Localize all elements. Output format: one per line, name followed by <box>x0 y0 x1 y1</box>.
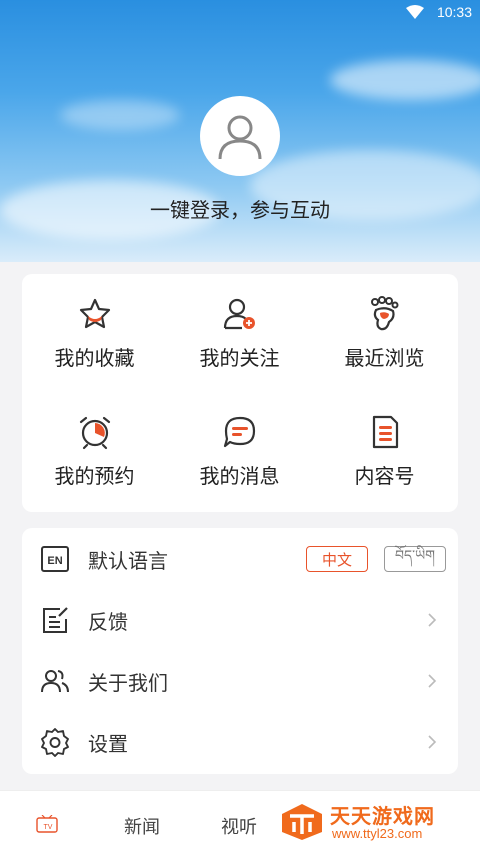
about-row[interactable]: 关于我们 <box>22 651 458 711</box>
user-follow-icon <box>223 298 255 330</box>
users-icon <box>41 670 69 693</box>
cloud-decoration <box>60 100 180 130</box>
cloud-decoration <box>330 60 480 100</box>
tab-tv-icon[interactable]: TV <box>36 815 58 833</box>
tab-video[interactable]: 视听 <box>221 813 257 839</box>
reservations-button[interactable]: 我的预约 <box>22 392 167 502</box>
favorites-label: 我的收藏 <box>54 346 135 370</box>
user-avatar-icon <box>218 115 262 160</box>
status-bar: 10:33 <box>0 0 480 26</box>
language-tibetan-button[interactable]: བོད་ཡིག <box>384 546 446 572</box>
alarm-clock-icon <box>79 416 110 450</box>
chevron-right-icon <box>428 735 437 749</box>
feedback-label: 反馈 <box>88 609 128 634</box>
content-account-label: 内容号 <box>354 464 415 488</box>
wifi-icon <box>406 5 424 19</box>
content-account-button[interactable]: 内容号 <box>312 392 457 502</box>
messages-button[interactable]: 我的消息 <box>167 392 312 502</box>
avatar[interactable] <box>200 96 280 176</box>
shortcut-grid: 我的收藏 我的关注 最近浏览 我的预约 我的消息 内容号 <box>22 274 458 512</box>
en-icon: EN <box>41 546 69 572</box>
watermark-title: 天天游戏网 <box>330 804 435 828</box>
profile-header: 10:33 一键登录，参与互动 <box>0 0 480 262</box>
document-icon <box>372 415 398 449</box>
settings-label: 设置 <box>88 731 128 756</box>
settings-list: EN 默认语言 中文 བོད་ཡིག 反馈 关于我们 设置 <box>22 528 458 774</box>
message-icon <box>223 416 255 448</box>
login-prompt[interactable]: 一键登录，参与互动 <box>0 194 480 223</box>
following-button[interactable]: 我的关注 <box>167 274 312 384</box>
about-label: 关于我们 <box>88 670 168 695</box>
svg-text:EN: EN <box>47 555 62 567</box>
settings-row[interactable]: 设置 <box>22 712 458 772</box>
feedback-icon <box>43 607 68 633</box>
messages-label: 我的消息 <box>199 464 280 488</box>
star-icon <box>79 298 110 329</box>
watermark-logo-icon <box>282 804 322 840</box>
reservations-label: 我的预约 <box>54 464 135 488</box>
feedback-row[interactable]: 反馈 <box>22 590 458 650</box>
watermark: 天天游戏网 www.ttyl23.com <box>276 794 476 850</box>
tab-news[interactable]: 新闻 <box>124 813 160 839</box>
language-zh-button[interactable]: 中文 <box>306 546 368 572</box>
status-time: 10:33 <box>436 4 472 20</box>
footprint-icon <box>370 296 398 331</box>
recent-label: 最近浏览 <box>344 346 425 370</box>
svg-text:TV: TV <box>44 824 53 831</box>
following-label: 我的关注 <box>199 346 280 370</box>
chevron-right-icon <box>428 674 437 688</box>
language-row: EN 默认语言 中文 བོད་ཡིག <box>22 529 458 589</box>
favorites-button[interactable]: 我的收藏 <box>22 274 167 384</box>
recent-button[interactable]: 最近浏览 <box>312 274 457 384</box>
chevron-right-icon <box>428 613 437 627</box>
gear-icon <box>41 728 69 757</box>
watermark-url: www.ttyl23.com <box>332 826 423 841</box>
language-label: 默认语言 <box>88 548 168 573</box>
